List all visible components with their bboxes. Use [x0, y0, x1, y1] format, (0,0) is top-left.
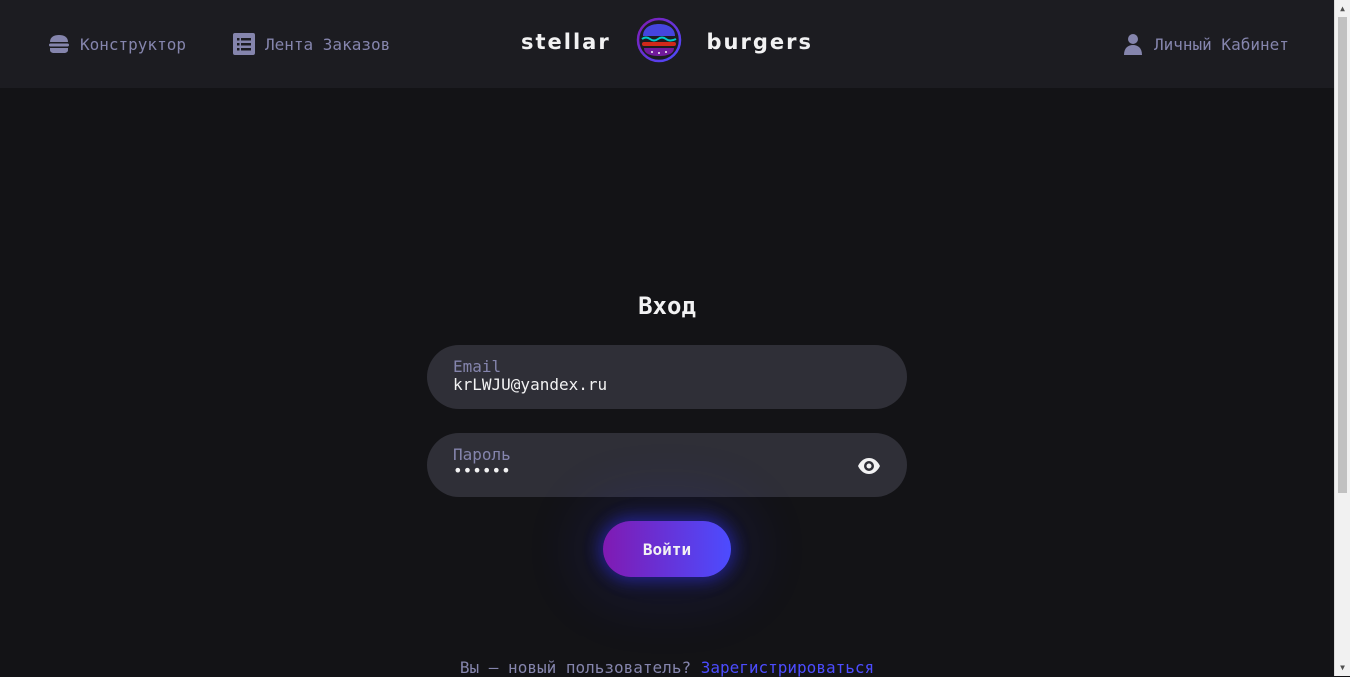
vertical-scrollbar[interactable]: ▲ ▼ [1334, 0, 1350, 676]
logo-word-right: burgers [706, 30, 813, 54]
scroll-down-arrow-icon[interactable]: ▼ [1335, 660, 1350, 675]
burger-icon [47, 32, 71, 56]
app-header: Конструктор Лента Заказов stellar burger… [0, 0, 1334, 88]
register-prompt: Вы — новый пользователь? [459, 658, 692, 677]
profile-icon [1121, 32, 1145, 56]
nav-constructor[interactable]: Конструктор [47, 30, 186, 58]
nav-order-feed[interactable]: Лента Заказов [232, 30, 390, 58]
login-button[interactable]: Войти [603, 521, 731, 577]
email-input[interactable]: krLWJU@yandex.ru [453, 375, 607, 394]
show-password-icon[interactable] [857, 454, 881, 482]
nav-order-feed-label: Лента Заказов [265, 34, 391, 54]
list-icon [232, 32, 256, 56]
nav-constructor-label: Конструктор [80, 34, 186, 54]
scroll-up-arrow-icon[interactable]: ▲ [1335, 1, 1350, 16]
password-field[interactable]: Пароль •••••• [427, 433, 907, 497]
email-field[interactable]: Email krLWJU@yandex.ru [427, 345, 907, 409]
email-label: Email [453, 357, 502, 376]
password-input[interactable]: •••••• [453, 461, 511, 480]
page-title: Вход [638, 292, 696, 320]
register-link[interactable]: Зарегистрироваться [701, 658, 874, 677]
nav-personal-account[interactable]: Личный Кабинет [1121, 30, 1289, 58]
nav-personal-account-label: Личный Кабинет [1154, 34, 1289, 54]
register-prompt-line: Вы — новый пользователь? Зарегистрироват… [427, 658, 907, 677]
logo-word-left: stellar [521, 30, 611, 54]
scrollbar-thumb[interactable] [1338, 17, 1347, 493]
stellar-burgers-logo[interactable]: stellar burgers [521, 17, 813, 67]
burger-logo-icon [636, 17, 682, 67]
